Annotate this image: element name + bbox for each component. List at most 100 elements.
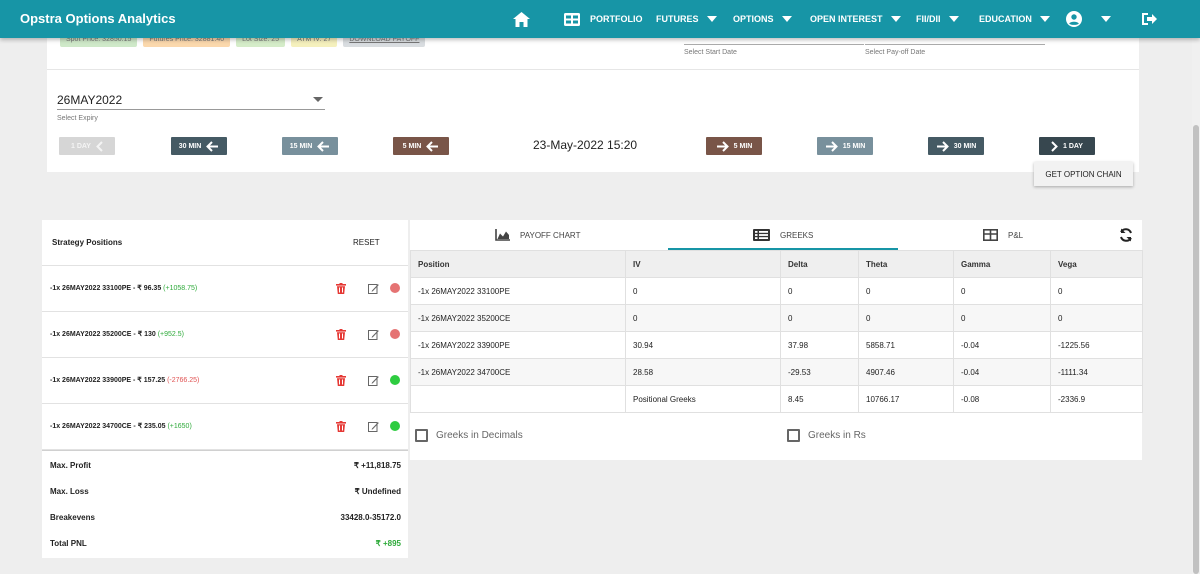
- chevron-down-icon: [1101, 16, 1111, 22]
- table-icon: [983, 229, 998, 241]
- back-15-min-label: 15 MIN: [289, 142, 313, 150]
- delete-icon[interactable]: [336, 329, 346, 340]
- table-cell: -1x 26MAY2022 35200CE: [410, 304, 626, 332]
- list-icon: [753, 229, 770, 241]
- nav-futures[interactable]: FUTURES: [656, 0, 717, 38]
- nav-portfolio-label: PORTFOLIO: [590, 14, 643, 24]
- table-cell: 0: [625, 304, 781, 332]
- page-scrollbar[interactable]: [1192, 0, 1200, 574]
- checkbox-box[interactable]: [787, 429, 800, 442]
- position-pnl: (+1650): [167, 423, 192, 430]
- fwd-1-day-button[interactable]: 1 DAY: [1039, 137, 1095, 155]
- delete-icon[interactable]: [336, 421, 346, 432]
- atm-iv-chip: ATM IV: 27: [291, 38, 338, 47]
- chevron-down-icon: [781, 16, 792, 22]
- get-option-chain-button[interactable]: GET OPTION CHAIN: [1034, 162, 1133, 186]
- delete-icon[interactable]: [336, 375, 346, 386]
- strategy-positions-panel: Strategy Positions RESET -1x 26MAY2022 3…: [42, 220, 408, 558]
- nav-options-label: OPTIONS: [733, 14, 774, 24]
- greeks-in-rs-checkbox[interactable]: Greeks in Rs: [787, 429, 866, 442]
- fwd-1-day-label: 1 DAY: [1063, 142, 1083, 150]
- column-header: Position: [410, 250, 626, 278]
- table-cell: 0: [625, 277, 781, 305]
- positions-header: Strategy Positions RESET: [42, 220, 408, 266]
- summary-label: Total PNL: [50, 539, 87, 548]
- edit-icon[interactable]: [368, 283, 379, 294]
- refresh-icon[interactable]: [1118, 227, 1134, 243]
- table-cell: 0: [1050, 304, 1143, 332]
- current-timestamp: 23-May-2022 15:20: [533, 138, 638, 152]
- tab-greeks[interactable]: GREEKS: [753, 220, 813, 250]
- table-cell: 4907.46: [858, 358, 954, 386]
- status-dot: [390, 283, 400, 293]
- table-cell: 0: [953, 277, 1051, 305]
- nav-account[interactable]: [1066, 0, 1111, 38]
- panel-title: Strategy Positions: [52, 238, 123, 247]
- table-row-totals: Positional Greeks 8.45 10766.17 -0.08 -2…: [410, 385, 1143, 413]
- scrollbar-thumb[interactable]: [1193, 125, 1199, 574]
- arrow-left-icon: [206, 140, 219, 152]
- table-row: -1x 26MAY2022 33900PE 30.94 37.98 5858.7…: [410, 331, 1143, 359]
- home-icon[interactable]: [513, 0, 530, 38]
- table-cell: 0: [953, 304, 1051, 332]
- back-1-day-label: 1 DAY: [71, 142, 91, 150]
- column-header: Theta: [858, 250, 954, 278]
- column-header: Gamma: [953, 250, 1051, 278]
- expiry-underline: [57, 109, 325, 110]
- lot-size-chip: Lot Size: 25: [236, 38, 286, 47]
- status-dot: [390, 329, 400, 339]
- nav-open-interest[interactable]: OPEN INTEREST: [810, 0, 901, 38]
- start-date-field[interactable]: [684, 44, 864, 45]
- arrow-left-icon: [317, 140, 330, 152]
- edit-icon[interactable]: [368, 421, 379, 432]
- table-cell: 37.98: [780, 331, 859, 359]
- nav-portfolio[interactable]: PORTFOLIO: [564, 0, 643, 38]
- edit-icon[interactable]: [368, 375, 379, 386]
- summary-max-profit: Max. Profit ₹ +11,818.75: [42, 452, 408, 478]
- table-cell: -1x 26MAY2022 33100PE: [410, 277, 626, 305]
- payoff-date-field[interactable]: [865, 44, 1045, 45]
- arrow-left-icon: [426, 140, 439, 152]
- back-15-min-button[interactable]: 15 MIN: [282, 137, 338, 155]
- chevron-down-icon[interactable]: [313, 97, 323, 102]
- tab-payoff-chart[interactable]: PAYOFF CHART: [495, 220, 580, 250]
- table-cell: 5858.71: [858, 331, 954, 359]
- tab-pnl[interactable]: P&L: [983, 220, 1023, 250]
- back-30-min-button[interactable]: 30 MIN: [171, 137, 227, 155]
- table-cell: -1x 26MAY2022 34700CE: [410, 358, 626, 386]
- download-payoff-button[interactable]: DOWNLOAD PAYOFF: [343, 38, 426, 47]
- fwd-30-min-button[interactable]: 30 MIN: [928, 137, 984, 155]
- nav-education[interactable]: EDUCATION: [979, 0, 1050, 38]
- logout-icon[interactable]: [1141, 0, 1157, 38]
- summary-breakevens: Breakevens 33428.0-35172.0: [42, 504, 408, 530]
- expiry-select[interactable]: 26MAY2022: [57, 93, 122, 107]
- table-cell: 0: [780, 304, 859, 332]
- back-5-min-button[interactable]: 5 MIN: [393, 137, 449, 155]
- table-cell: 28.58: [625, 358, 781, 386]
- chevron-down-icon: [948, 16, 959, 22]
- reset-button[interactable]: RESET: [353, 238, 380, 247]
- fwd-5-min-button[interactable]: 5 MIN: [706, 137, 762, 155]
- checkbox-label: Greeks in Decimals: [436, 430, 523, 441]
- back-1-day-button[interactable]: 1 DAY: [59, 137, 115, 155]
- fwd-15-min-button[interactable]: 15 MIN: [817, 137, 873, 155]
- delete-icon[interactable]: [336, 283, 346, 294]
- greeks-in-decimals-checkbox[interactable]: Greeks in Decimals: [415, 429, 523, 442]
- greeks-panel: PAYOFF CHART GREEKS P&L Position IV Delt…: [410, 220, 1143, 460]
- nav-fii-dii[interactable]: FII/DII: [916, 0, 959, 38]
- back-5-min-label: 5 MIN: [402, 142, 422, 150]
- app-title[interactable]: Opstra Options Analytics: [20, 11, 176, 26]
- table-cell: -29.53: [780, 358, 859, 386]
- start-date-hint: Select Start Date: [684, 49, 737, 56]
- arrow-right-icon: [825, 140, 838, 152]
- checkbox-box[interactable]: [415, 429, 428, 442]
- edit-icon[interactable]: [368, 329, 379, 340]
- nav-options[interactable]: OPTIONS: [733, 0, 792, 38]
- divider: [47, 69, 1139, 70]
- table-cell: -0.04: [953, 358, 1051, 386]
- table-cell: -1x 26MAY2022 33900PE: [410, 331, 626, 359]
- table-cell: -0.08: [953, 385, 1051, 413]
- nav-futures-label: FUTURES: [656, 14, 699, 24]
- greeks-table: Position IV Delta Theta Gamma Vega -1x 2…: [410, 250, 1143, 413]
- tab-pnl-label: P&L: [1008, 230, 1024, 240]
